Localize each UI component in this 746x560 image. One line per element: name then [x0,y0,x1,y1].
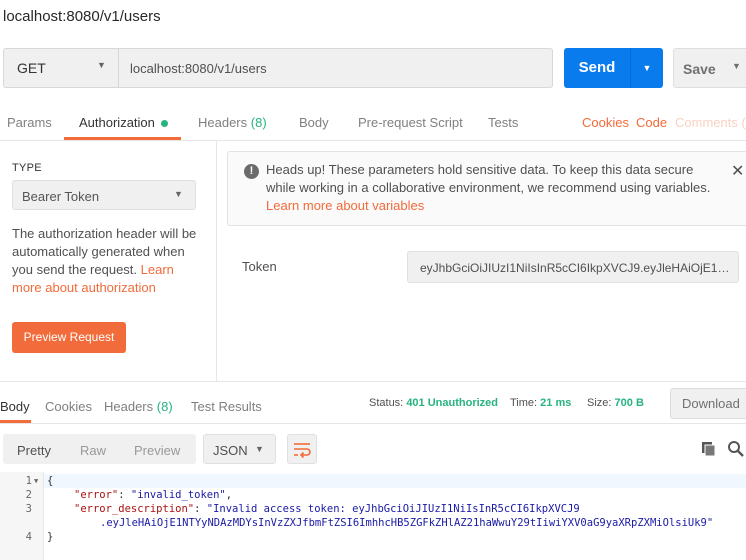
time-value: 21 ms [540,397,572,409]
response-headers-count: (8) [156,399,173,414]
warning-text: Heads up! These parameters hold sensitiv… [266,161,716,215]
response-tab-body[interactable]: Body [0,399,30,414]
preview-request-button[interactable]: Preview Request [12,322,126,353]
method-label: GET [17,60,46,76]
cookies-link[interactable]: Cookies [582,115,629,130]
status-label: Status: [369,397,404,409]
format-preview[interactable]: Preview [134,443,180,458]
tab-headers-label: Headers [198,115,248,130]
wrap-lines-button[interactable] [287,434,317,464]
json-key: "error" [74,489,119,501]
status-meta: Status: 401 Unauthorized [369,397,498,409]
size-value: 700 B [614,397,644,409]
headers-count: (8) [250,115,267,130]
json-key: "error_description" [74,503,195,515]
auth-type-value: Bearer Token [22,189,100,204]
response-tabs-divider [0,423,746,424]
code-line-wrapped: .eyJleHAiOjE1NTYyNDAzMDYsInVzZXJfbmFtZSI… [100,517,714,529]
sensitive-data-warning: ! Heads up! These parameters hold sensit… [227,151,746,226]
response-type-select[interactable]: JSON ▼ [203,434,276,464]
method-select[interactable]: GET ▼ [3,48,118,88]
send-label: Send [578,59,616,76]
time-label: Time: [510,397,538,409]
request-title: localhost:8080/v1/users [3,8,161,25]
chevron-down-icon: ▼ [174,189,183,199]
code-line: "error_description": "Invalid access tok… [74,503,580,515]
url-text: localhost:8080/v1/users [130,61,267,76]
response-tab-headers[interactable]: Headers (8) [104,399,173,414]
search-icon[interactable] [727,440,745,458]
save-button[interactable]: Save ▼ [673,48,746,88]
close-icon[interactable]: ✕ [731,161,744,181]
download-button[interactable]: Download [670,388,746,419]
tab-prerequest-script[interactable]: Pre-request Script [358,115,463,130]
type-label: TYPE [12,162,42,174]
wrap-lines-icon [294,443,311,459]
json-string: "invalid_token" [130,489,226,501]
code-line: } [47,531,54,543]
response-tab-test-results[interactable]: Test Results [191,399,262,414]
response-divider [0,381,746,382]
time-meta: Time: 21 ms [510,397,571,409]
response-tab-cookies[interactable]: Cookies [45,399,92,414]
tab-authorization[interactable]: Authorization [79,115,168,130]
token-input[interactable]: eyJhbGciOiJIUzI1NiIsInR5cCI6IkpXVCJ9.eyJ… [407,251,739,283]
line-number: 1 [25,475,32,487]
response-tab-headers-label: Headers [104,399,154,414]
format-pretty[interactable]: Pretty [17,443,51,458]
active-dot-icon [160,120,168,128]
tab-authorization-label: Authorization [79,115,155,130]
save-label: Save [683,61,716,77]
size-meta: Size: 700 B [587,397,644,409]
copy-icon[interactable] [701,441,717,457]
status-value: 401 Unauthorized [406,397,498,409]
active-line-highlight [0,474,746,488]
panel-divider [216,141,217,381]
response-type-value: JSON [213,443,248,458]
fold-toggle-icon[interactable]: ▼ [34,477,38,485]
tab-tests[interactable]: Tests [488,115,518,130]
format-raw[interactable]: Raw [80,443,106,458]
token-label: Token [242,259,277,274]
chevron-down-icon: ▼ [732,61,741,71]
code-line: "error": "invalid_token", [74,489,233,501]
tab-params[interactable]: Params [7,115,52,130]
line-number: 3 [25,503,32,515]
format-toggle-group: Pretty Raw Preview [3,434,196,464]
size-label: Size: [587,397,612,409]
learn-more-variables-link[interactable]: Learn more about variables [266,198,424,213]
url-input[interactable]: localhost:8080/v1/users [118,48,553,88]
token-value: eyJhbGciOiJIUzI1NiIsInR5cCI6IkpXVCJ9.eyJ… [420,261,732,275]
line-number: 4 [25,531,32,543]
json-string: "Invalid access token: eyJhbGciOiJIUzI1N… [206,503,580,515]
tab-body[interactable]: Body [299,115,329,130]
auth-type-select[interactable]: Bearer Token ▼ [12,180,196,210]
chevron-down-icon: ▼ [255,444,264,454]
response-body-editor[interactable]: 1 ▼ 2 3 4 { "error": "invalid_token", "e… [0,472,746,560]
tab-headers[interactable]: Headers (8) [198,115,267,130]
code-line: { [47,475,54,487]
auth-description: The authorization header will be automat… [12,225,202,297]
send-button[interactable]: Send ▼ [564,48,663,88]
chevron-down-icon: ▼ [97,60,106,70]
warning-message: Heads up! These parameters hold sensitiv… [266,162,711,195]
exclamation-icon: ! [244,164,259,179]
line-number-gutter: 1 ▼ 2 3 4 [0,472,44,560]
tabs-divider [0,140,746,141]
line-number: 2 [25,489,32,501]
send-options-chevron-icon[interactable]: ▼ [631,48,663,88]
code-link[interactable]: Code [636,115,667,130]
comments-link[interactable]: Comments (0 [675,115,746,130]
